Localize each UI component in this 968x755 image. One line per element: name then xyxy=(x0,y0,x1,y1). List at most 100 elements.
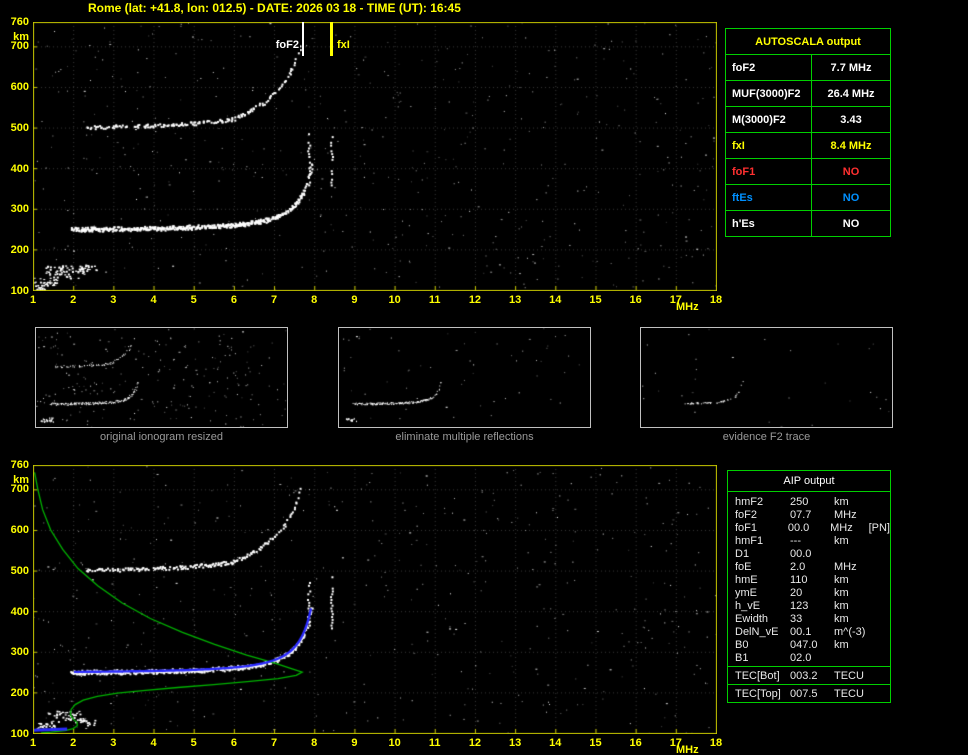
aip-row: TEC[Top] 007.5 TECU xyxy=(728,687,890,700)
aip-param: hmF1 xyxy=(735,534,764,547)
aip-param: hmF2 xyxy=(735,495,764,508)
top-y-tick-label: 400 xyxy=(10,162,29,175)
top-y-tick-label: 700 xyxy=(10,40,29,53)
bottom-y-tick-label: 600 xyxy=(10,524,29,537)
top-x-tick-label: 3 xyxy=(110,294,117,306)
aip-value: 00.0 xyxy=(790,547,812,560)
bottom-x-tick-label: 11 xyxy=(428,737,441,749)
bottom-x-tick-label: 13 xyxy=(508,737,522,749)
aip-row: h_vE 123 km xyxy=(728,599,890,612)
thumbnail-original-canvas xyxy=(36,328,287,427)
aip-unit: km xyxy=(834,638,849,651)
autoscala-value: 8.4 MHz xyxy=(830,139,872,152)
aip-param: hmE xyxy=(735,573,758,586)
aip-param: TEC[Top] xyxy=(735,687,781,700)
aip-value: 123 xyxy=(790,599,809,612)
aip-param: foF2 xyxy=(735,508,758,521)
aip-value: 20 xyxy=(790,586,803,599)
autoscala-value: NO xyxy=(842,191,860,204)
thumbnail-f2-trace xyxy=(640,327,893,428)
autoscala-value: 3.43 xyxy=(840,113,862,126)
top-y-axis-unit: km xyxy=(13,31,29,43)
aip-param: Ewidth xyxy=(735,612,769,625)
top-x-tick-label: 9 xyxy=(351,294,358,306)
aip-row: DelN_vE 00.1 m^(-3) xyxy=(728,625,890,638)
aip-unit: km xyxy=(834,534,849,547)
bottom-x-tick-label: 18 xyxy=(709,737,723,749)
aip-param: B0 xyxy=(735,638,749,651)
bottom-y-axis-unit: km xyxy=(13,474,29,486)
autoscala-param: MUF(3000)F2 xyxy=(726,81,812,106)
autoscala-param: foF2 xyxy=(726,55,812,80)
autoscala-table-rows: foF2 7.7 MHz MUF(3000)F2 26.4 MHz M(3000)F2 3… xyxy=(726,54,890,236)
top-y-tick-label: 500 xyxy=(10,121,29,134)
bottom-y-tick-label: 760 xyxy=(10,459,29,471)
aip-value: 250 xyxy=(790,495,809,508)
bottom-x-tick-label: 8 xyxy=(311,737,318,749)
aip-param: foF1 xyxy=(735,521,758,534)
aip-unit: MHz xyxy=(834,560,857,573)
bottom-x-tick-label: 2 xyxy=(70,737,77,749)
aip-value: 07.7 xyxy=(790,508,812,521)
aip-param: TEC[Bot] xyxy=(735,669,780,682)
autoscala-value: NO xyxy=(842,217,860,230)
aip-unit: km xyxy=(834,612,849,625)
aip-param: B1 xyxy=(735,651,749,664)
bottom-x-tick-label: 16 xyxy=(629,737,642,749)
bottom-y-tick-label: 300 xyxy=(10,646,29,659)
top-y-tick-label: 200 xyxy=(10,244,29,257)
aip-unit: TECU xyxy=(834,687,864,700)
autoscala-param: foF1 xyxy=(726,159,812,184)
aip-unit: km xyxy=(834,495,849,508)
bottom-x-tick-label: 6 xyxy=(230,737,237,749)
aip-unit: TECU xyxy=(834,669,864,682)
bottom-x-tick-label: 5 xyxy=(190,737,197,749)
autoscala-row: foF2 7.7 MHz xyxy=(726,54,890,80)
aip-value: --- xyxy=(790,534,801,547)
top-x-axis-unit: MHz xyxy=(676,301,699,313)
aip-param: D1 xyxy=(735,547,750,560)
bottom-y-tick-label: 200 xyxy=(10,687,29,700)
autoscala-row: ftEs NO xyxy=(726,184,890,210)
bottom-x-tick-label: 12 xyxy=(468,737,482,749)
aip-value: 007.5 xyxy=(790,687,818,700)
fof2-marker-line xyxy=(302,22,304,56)
top-x-tick-label: 2 xyxy=(70,294,77,306)
top-x-tick-label: 5 xyxy=(190,294,197,306)
aip-value: 047.0 xyxy=(790,638,818,651)
aip-value: 003.2 xyxy=(790,669,818,682)
aip-row: B0 047.0 km xyxy=(728,638,890,651)
top-x-tick-label: 7 xyxy=(270,294,278,306)
bottom-x-tick-label: 7 xyxy=(270,737,278,749)
aip-unit: km xyxy=(834,599,849,612)
aip-unit: km xyxy=(834,586,849,599)
top-x-tick-label: 8 xyxy=(311,294,318,306)
top-x-tick-label: 1 xyxy=(29,294,37,306)
bottom-x-tick-label: 3 xyxy=(110,737,117,749)
bottom-x-tick-label: 10 xyxy=(388,737,401,749)
top-x-tick-label: 16 xyxy=(629,294,642,306)
aip-separator xyxy=(728,684,890,685)
aip-row: foF1 00.0 MHz [PN] xyxy=(728,521,890,534)
thumbnail-f2-trace-canvas xyxy=(641,328,892,427)
bottom-y-tick-label: 700 xyxy=(10,483,29,496)
autoscala-row: fxI 8.4 MHz xyxy=(726,132,890,158)
autoscala-value: 26.4 MHz xyxy=(827,87,875,100)
top-x-tick-label: 4 xyxy=(150,294,157,306)
top-x-tick-label: 13 xyxy=(508,294,522,306)
aip-table-rows: hmF2 250 km foF2 07.7 MHz foF1 00.0 MHz [PN] hmF1 -… xyxy=(728,495,890,700)
aip-unit: km xyxy=(834,573,849,586)
autoscala-row: M(3000)F2 3.43 xyxy=(726,106,890,132)
aip-row: hmF1 --- km xyxy=(728,534,890,547)
autoscala-row: h'Es NO xyxy=(726,210,890,236)
autoscala-value: 7.7 MHz xyxy=(830,61,872,74)
top-y-tick-label: 300 xyxy=(10,203,29,216)
aip-row: B1 02.0 xyxy=(728,651,890,664)
fxi-marker-line xyxy=(330,22,333,56)
aip-param: DelN_vE xyxy=(735,625,779,638)
aip-param: h_vE xyxy=(735,599,761,612)
bottom-y-tick-label: 500 xyxy=(10,564,29,577)
bottom-x-tick-label: 15 xyxy=(589,737,602,749)
autoscala-row: MUF(3000)F2 26.4 MHz xyxy=(726,80,890,106)
autoscala-screen: Rome (lat: +41.8, lon: 012.5) - DATE: 20… xyxy=(0,0,968,755)
